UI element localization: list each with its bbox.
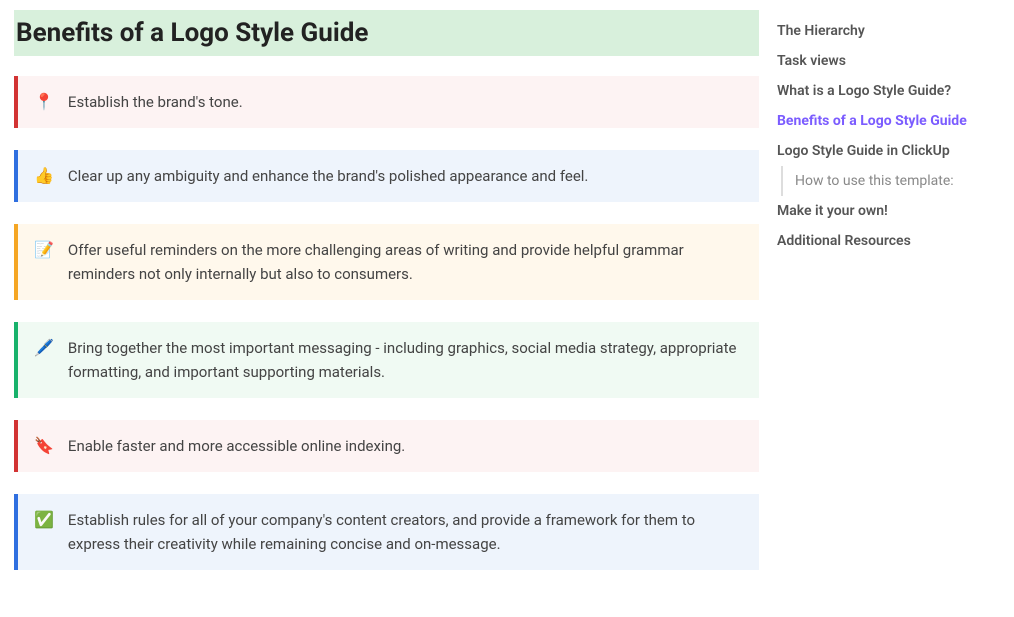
- callout-text: Clear up any ambiguity and enhance the b…: [68, 164, 739, 188]
- toc-sub-group: How to use this template:: [781, 166, 999, 196]
- callout-icon: 📝: [34, 238, 54, 262]
- callout-icon: 📍: [34, 90, 54, 114]
- callout-icon: 🔖: [34, 434, 54, 458]
- callout-2: 📝 Offer useful reminders on the more chal…: [14, 224, 759, 300]
- callout-4: 🔖 Enable faster and more accessible onlin…: [14, 420, 759, 472]
- callout-text: Offer useful reminders on the more chall…: [68, 238, 739, 286]
- toc-item[interactable]: Task views: [777, 46, 999, 76]
- sidebar-toc: The HierarchyTask viewsWhat is a Logo St…: [759, 10, 999, 617]
- main-content: Benefits of a Logo Style Guide 📍 Establis…: [14, 10, 759, 617]
- callout-1: 👍 Clear up any ambiguity and enhance the …: [14, 150, 759, 202]
- callout-icon: 👍: [34, 164, 54, 188]
- callout-5: ✅ Establish rules for all of your company…: [14, 494, 759, 570]
- toc-item[interactable]: Make it your own!: [777, 196, 999, 226]
- toc-item[interactable]: Benefits of a Logo Style Guide: [777, 106, 999, 136]
- callout-text: Establish rules for all of your company'…: [68, 508, 739, 556]
- callout-text: Bring together the most important messag…: [68, 336, 739, 384]
- callout-icon: ✅: [34, 508, 54, 532]
- callout-icon: 🖊️: [34, 336, 54, 360]
- toc-item[interactable]: The Hierarchy: [777, 16, 999, 46]
- toc-item[interactable]: Additional Resources: [777, 226, 999, 256]
- callout-text: Enable faster and more accessible online…: [68, 434, 739, 458]
- toc-list: The HierarchyTask viewsWhat is a Logo St…: [777, 16, 999, 256]
- callout-text: Establish the brand's tone.: [68, 90, 739, 114]
- page-title: Benefits of a Logo Style Guide: [14, 10, 759, 56]
- callout-3: 🖊️ Bring together the most important mess…: [14, 322, 759, 398]
- toc-item[interactable]: How to use this template:: [795, 166, 999, 196]
- callout-list: 📍 Establish the brand's tone. 👍 Clear up an…: [14, 76, 759, 570]
- callout-0: 📍 Establish the brand's tone.: [14, 76, 759, 128]
- toc-item[interactable]: What is a Logo Style Guide?: [777, 76, 999, 106]
- toc-item[interactable]: Logo Style Guide in ClickUp: [777, 136, 999, 166]
